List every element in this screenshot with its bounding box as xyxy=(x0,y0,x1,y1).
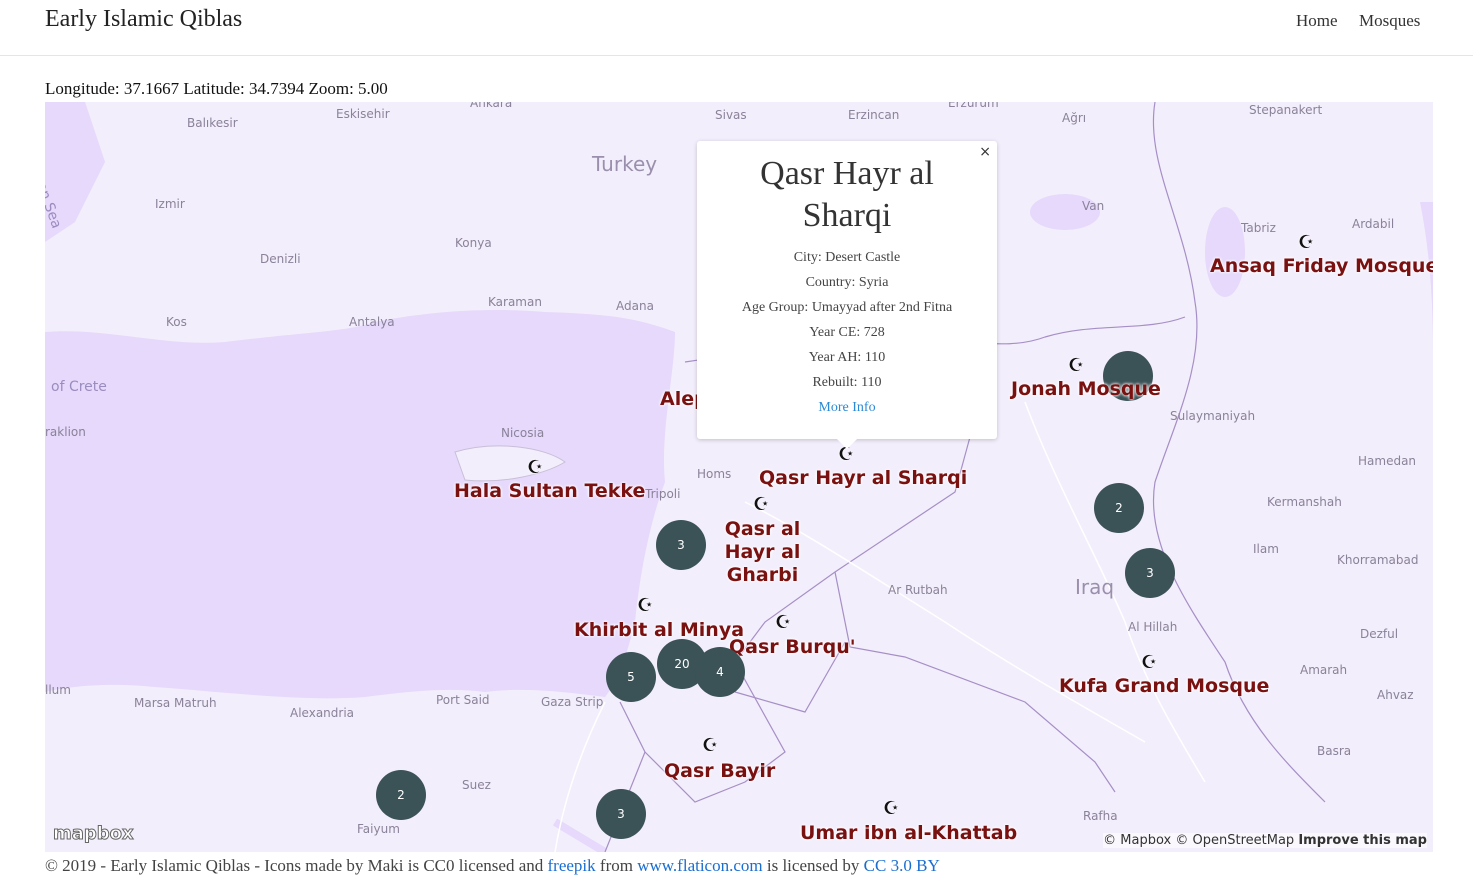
crescent-icon[interactable]: ☪ xyxy=(1141,653,1157,671)
crescent-icon[interactable]: ☪ xyxy=(775,613,791,631)
popup-title: Qasr Hayr al Sharqi xyxy=(760,155,934,234)
mapbox-logo[interactable]: mapbox xyxy=(53,823,135,845)
cluster-marker[interactable]: 2 xyxy=(1094,483,1144,533)
place-label: Antalya xyxy=(349,315,395,329)
place-label: Izmir xyxy=(155,197,185,211)
navbar: Early Islamic Qiblas Home Mosques xyxy=(0,0,1473,56)
attribution-mapbox-link[interactable]: © Mapbox xyxy=(1103,833,1171,848)
place-label: Nicosia xyxy=(501,426,545,440)
place-label: Eskisehir xyxy=(336,107,390,121)
place-label: Faiyum xyxy=(357,822,400,836)
popup-rebuilt: Rebuilt: 110 xyxy=(812,375,882,390)
place-label: llum xyxy=(45,683,71,697)
place-label: Ahvaz xyxy=(1377,688,1414,702)
place-label: Gaza Strip xyxy=(541,695,604,709)
site-title[interactable]: Early Islamic Qiblas xyxy=(45,6,242,33)
mosque-label[interactable]: Khirbit al Minya xyxy=(574,619,744,642)
place-label: Tripoli xyxy=(645,487,681,501)
place-label: Suez xyxy=(462,778,491,792)
mosque-label[interactable]: Qasr al Hayr al Gharbi xyxy=(700,518,825,587)
mosque-label[interactable]: Kufa Grand Mosque xyxy=(1059,675,1269,698)
place-label: Konya xyxy=(455,236,492,250)
flaticon-link[interactable]: www.flaticon.com xyxy=(637,856,762,875)
mosque-label[interactable]: Qasr Bayir xyxy=(664,760,775,783)
place-label: Erzincan xyxy=(848,108,900,122)
place-label: Balıkesir xyxy=(187,116,238,130)
place-label: Adana xyxy=(616,299,654,313)
footer-licensed: is licensed by xyxy=(762,856,864,875)
map-canvas[interactable]: Ankara Sivas Erzincan Erzurum Balıkesir … xyxy=(45,102,1433,852)
place-label: Alexandria xyxy=(290,706,355,720)
coordinates-readout: Longitude: 37.1667 Latitude: 34.7394 Zoo… xyxy=(45,79,388,98)
crescent-icon[interactable]: ☪ xyxy=(1068,356,1084,374)
nav-home-link[interactable]: Home xyxy=(1296,11,1338,31)
place-label: raklion xyxy=(45,425,86,439)
sea-label: of Crete xyxy=(51,379,107,395)
crescent-icon[interactable]: ☪ xyxy=(1298,233,1314,251)
place-label: Denizli xyxy=(260,252,301,266)
country-label: Turkey xyxy=(592,152,658,176)
place-label: Khorramabad xyxy=(1337,553,1419,567)
popup-year-ah: Year AH: 110 xyxy=(808,350,886,365)
place-label: Ankara xyxy=(470,102,513,110)
footer: © 2019 - Early Islamic Qiblas - Icons ma… xyxy=(45,856,940,876)
mosque-label[interactable]: Jonah Mosque xyxy=(1011,378,1161,401)
place-label: Ağrı xyxy=(1062,111,1087,125)
place-label: Marsa Matruh xyxy=(134,696,217,710)
map-attribution: © Mapbox © OpenStreetMap Improve this ma… xyxy=(1103,833,1427,848)
mosque-label[interactable]: Hala Sultan Tekke xyxy=(454,480,645,503)
place-label: Sulaymaniyah xyxy=(1170,409,1256,423)
crescent-icon[interactable]: ☪ xyxy=(637,596,653,614)
place-label: Port Said xyxy=(436,693,490,707)
crescent-icon[interactable]: ☪ xyxy=(753,495,769,513)
place-label: Ar Rutbah xyxy=(888,583,948,597)
place-label: Kermanshah xyxy=(1267,495,1342,509)
cluster-marker[interactable]: 5 xyxy=(606,652,656,702)
popup-close-button[interactable]: × xyxy=(979,144,991,160)
popup-city: City: Desert Castle xyxy=(793,250,901,265)
mosque-label[interactable]: Qasr Hayr al Sharqi xyxy=(759,467,967,490)
crescent-icon[interactable]: ☪ xyxy=(702,736,718,754)
cc-license-link[interactable]: CC 3.0 BY xyxy=(864,856,940,875)
mosque-label[interactable]: Umar ibn al-Khattab xyxy=(800,822,1017,845)
place-label: Erzurum xyxy=(948,102,999,110)
crescent-icon[interactable]: ☪ xyxy=(883,799,899,817)
place-label: Karaman xyxy=(488,295,542,309)
place-label: Van xyxy=(1082,199,1105,213)
cluster-marker[interactable]: 3 xyxy=(656,520,706,570)
popup-year-ce: Year CE: 728 xyxy=(809,325,885,340)
place-label: Dezful xyxy=(1360,627,1399,641)
place-label: Basra xyxy=(1317,744,1352,758)
place-label: Stepanakert xyxy=(1249,103,1323,117)
place-label: Hamedan xyxy=(1358,454,1417,468)
place-label: Tabriz xyxy=(1241,221,1276,235)
freepik-link[interactable]: freepik xyxy=(548,856,596,875)
place-label: Sivas xyxy=(715,108,747,122)
popup-more-info-link[interactable]: More Info xyxy=(697,395,997,420)
place-label: Amarah xyxy=(1300,663,1348,677)
place-label: Ilam xyxy=(1253,542,1279,556)
mosque-popup: × Qasr Hayr al Sharqi City: Desert Castl… xyxy=(697,141,997,449)
nav-mosques-link[interactable]: Mosques xyxy=(1359,11,1420,31)
popup-country: Country: Syria xyxy=(805,275,889,290)
attribution-osm-link[interactable]: © OpenStreetMap xyxy=(1175,833,1294,848)
footer-text: © 2019 - Early Islamic Qiblas - Icons ma… xyxy=(45,856,548,875)
cluster-marker[interactable]: 4 xyxy=(695,647,745,697)
place-label: Homs xyxy=(697,467,732,481)
place-label: Al Hillah xyxy=(1128,620,1178,634)
improve-map-link[interactable]: Improve this map xyxy=(1298,833,1427,848)
crescent-icon[interactable]: ☪ xyxy=(527,458,543,476)
place-label: Kos xyxy=(166,315,187,329)
cluster-marker[interactable]: 3 xyxy=(1125,548,1175,598)
popup-age-group: Age Group: Umayyad after 2nd Fitna xyxy=(741,300,953,315)
mosque-label[interactable]: Qasr Burqu' xyxy=(729,636,856,659)
cluster-marker[interactable]: 2 xyxy=(376,770,426,820)
mosque-label[interactable]: Ansaq Friday Mosque xyxy=(1210,255,1433,278)
place-label: Ardabil xyxy=(1352,217,1395,231)
country-label: Iraq xyxy=(1075,575,1115,599)
place-label: Rafha xyxy=(1083,809,1118,823)
cluster-marker[interactable]: 3 xyxy=(596,789,646,839)
footer-from: from xyxy=(595,856,638,875)
